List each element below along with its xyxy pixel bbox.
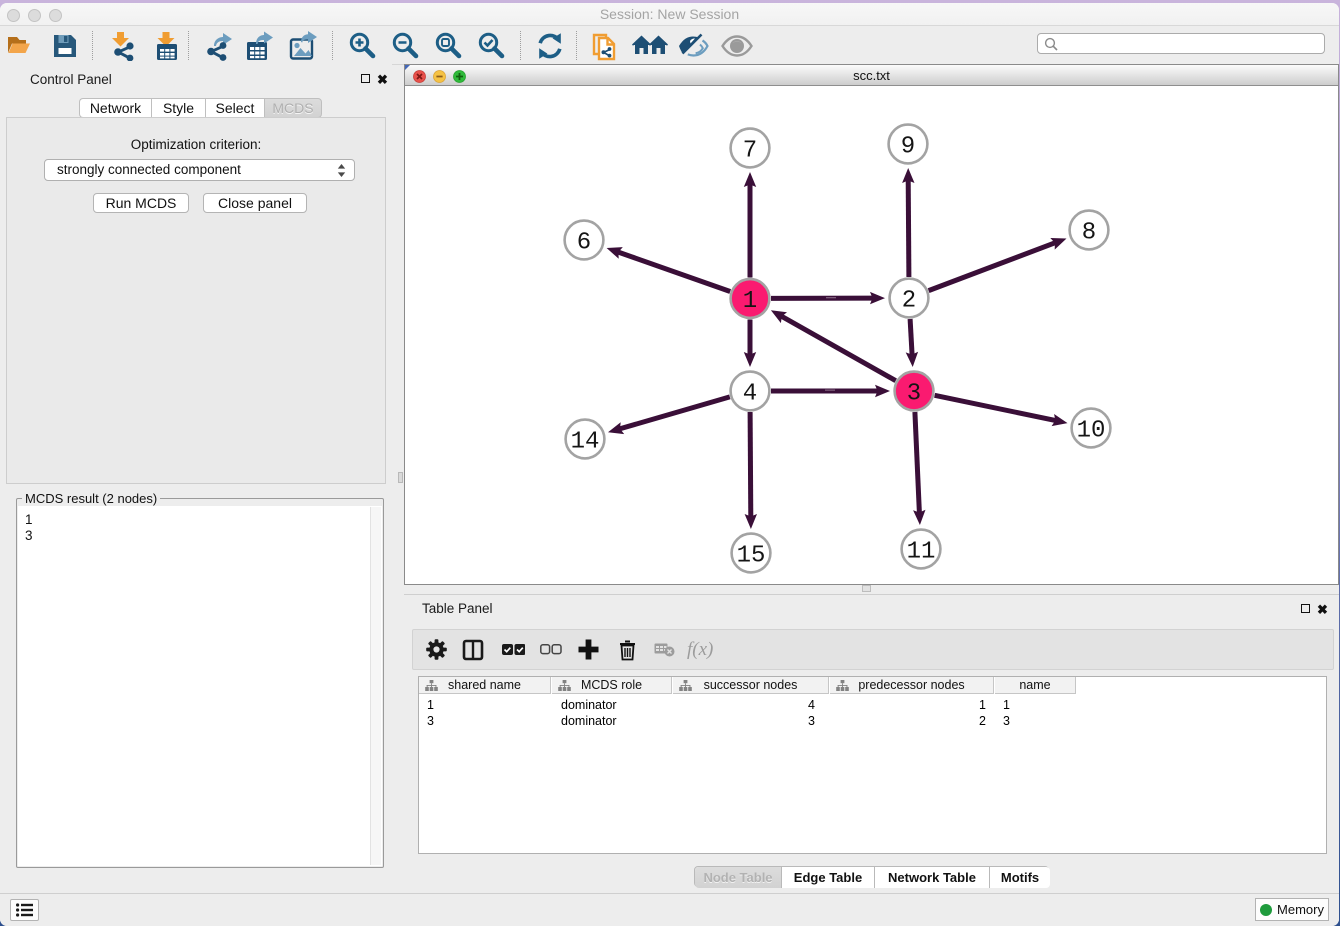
svg-text:4: 4: [743, 381, 757, 408]
svg-text:9: 9: [901, 134, 915, 161]
svg-text:15: 15: [737, 543, 766, 570]
svg-text:6: 6: [577, 230, 591, 257]
svg-text:10: 10: [1077, 418, 1106, 445]
svg-text:1: 1: [743, 288, 757, 315]
svg-text:11: 11: [907, 539, 936, 566]
svg-text:7: 7: [743, 138, 757, 165]
svg-text:3: 3: [907, 381, 921, 408]
svg-text:2: 2: [902, 288, 916, 315]
svg-text:8: 8: [1082, 220, 1096, 247]
svg-text:14: 14: [571, 429, 600, 456]
